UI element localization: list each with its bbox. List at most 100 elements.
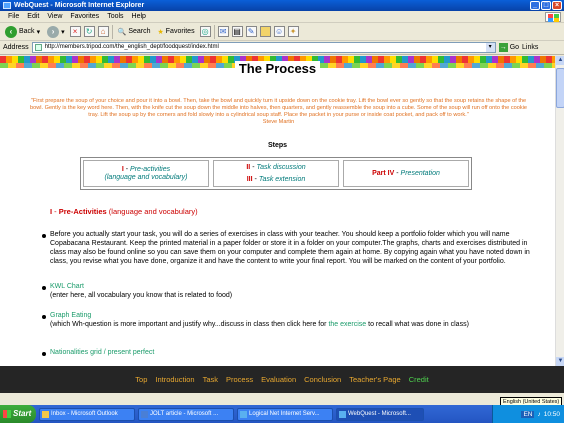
quote-author: Steve Martin	[262, 119, 295, 125]
system-tray: EN ♪ 10:50	[492, 405, 564, 423]
steps-title: Steps	[267, 142, 288, 149]
taskbar-item-jolt[interactable]: JOLT article - Microsoft ...	[138, 407, 234, 421]
media-icon[interactable]: ◎	[199, 26, 211, 37]
footer-link-credit[interactable]: Credit	[409, 375, 429, 384]
ie-icon	[339, 410, 346, 418]
close-button[interactable]: ×	[552, 1, 562, 10]
outlook-icon	[42, 410, 49, 418]
kwl-chart-link[interactable]: KWL Chart	[50, 283, 84, 290]
bullet-icon	[42, 234, 46, 238]
edit-icon[interactable]: ✎	[245, 26, 257, 37]
chevron-down-icon[interactable]: ▾	[485, 43, 495, 52]
minimize-button[interactable]: _	[530, 1, 540, 10]
graph-eating-link[interactable]: Graph Eating	[50, 312, 91, 319]
footer-link-introduction[interactable]: Introduction	[155, 375, 194, 384]
search-icon: 🔍	[117, 28, 127, 36]
toolbar-separator	[213, 24, 215, 39]
scrollbar-thumb[interactable]	[556, 68, 564, 108]
step-4-number: Part IV	[372, 169, 395, 177]
taskbar-item-outlook[interactable]: Inbox - Microsoft Outlook	[39, 407, 135, 421]
home-icon[interactable]: ⌂	[97, 26, 109, 37]
menu-view[interactable]: View	[43, 13, 66, 20]
windows-flag-icon	[3, 410, 11, 418]
exercise-link[interactable]: the exercise	[328, 321, 366, 328]
step-1-number: I	[121, 165, 124, 173]
search-button[interactable]: 🔍 Search	[116, 25, 153, 39]
menu-file[interactable]: File	[4, 13, 23, 20]
bullet-icon	[42, 286, 46, 290]
page-icon	[34, 44, 42, 51]
title-bar[interactable]: WebQuest - Microsoft Internet Explorer _…	[0, 0, 564, 11]
windows-logo-icon	[545, 12, 561, 22]
word-icon	[141, 410, 148, 418]
scroll-down-icon[interactable]: ▼	[556, 357, 564, 366]
step-2-link[interactable]: Task discussion	[256, 164, 305, 171]
quote-text: "First prepare the soup of your choice a…	[30, 98, 527, 118]
messenger-icon[interactable]: ☺	[273, 26, 285, 37]
step-1-cell[interactable]: I - Pre-activities (language and vocabul…	[83, 160, 209, 187]
step-1-link[interactable]: Pre-activities	[130, 166, 170, 173]
browser-window: WebQuest - Microsoft Internet Explorer _…	[0, 0, 564, 423]
menu-help[interactable]: Help	[128, 13, 150, 20]
step-1-sub[interactable]: (language and vocabulary)	[105, 174, 188, 182]
bullet-icon	[42, 315, 46, 319]
step-4-cell[interactable]: Part IV - Presentation	[343, 160, 469, 187]
step-3-link[interactable]: Task extension	[259, 176, 305, 183]
back-button[interactable]: ‹ Back ▾	[3, 25, 42, 39]
links-button[interactable]: Links	[522, 44, 538, 51]
list-item: KWL Chart (enter here, all vocabulary yo…	[50, 283, 233, 299]
address-url: http://members.tripod.com/the_english_de…	[44, 44, 219, 50]
folder-icon[interactable]	[259, 26, 271, 37]
print-icon[interactable]: ▤	[231, 26, 243, 37]
menu-favorites[interactable]: Favorites	[66, 13, 103, 20]
toolbar-separator	[111, 24, 113, 39]
list-item: Graph Eating (which Wh-question is more …	[50, 312, 469, 328]
star-icon: ★	[157, 28, 164, 36]
forward-button[interactable]: › ▾	[45, 25, 67, 39]
back-arrow-icon: ‹	[5, 25, 17, 38]
favorites-button[interactable]: ★ Favorites	[156, 25, 197, 39]
scroll-up-icon[interactable]: ▲	[556, 56, 564, 65]
chevron-down-icon: ▾	[36, 28, 41, 36]
menu-tools[interactable]: Tools	[103, 13, 127, 20]
footer-link-conclusion[interactable]: Conclusion	[304, 375, 341, 384]
maximize-button[interactable]: □	[541, 1, 551, 10]
bullet-icon	[42, 352, 46, 356]
menu-edit[interactable]: Edit	[23, 13, 43, 20]
ie-icon	[240, 410, 247, 418]
go-button[interactable]: → Go	[498, 43, 519, 52]
footer-link-teachers-page[interactable]: Teacher's Page	[349, 375, 400, 384]
stop-icon[interactable]: ×	[69, 26, 81, 37]
step-2-number: II	[246, 163, 251, 171]
address-bar: Address http://members.tripod.com/the_en…	[0, 41, 564, 55]
forward-arrow-icon: ›	[47, 25, 60, 38]
window-title: WebQuest - Microsoft Internet Explorer	[14, 2, 145, 9]
footer-link-evaluation[interactable]: Evaluation	[261, 375, 296, 384]
taskbar-item-webquest[interactable]: WebQuest - Microsoft...	[336, 407, 424, 421]
refresh-icon[interactable]: ↻	[83, 26, 95, 37]
footer-link-process[interactable]: Process	[226, 375, 253, 384]
taskbar: Start Inbox - Microsoft Outlook JOLT art…	[0, 405, 564, 423]
vertical-scrollbar[interactable]: ▲ ▼	[555, 56, 564, 366]
ie-icon	[3, 2, 11, 9]
intro-paragraph: Before you actually start your task, you…	[50, 231, 530, 265]
speaker-icon[interactable]: ♪	[537, 411, 540, 418]
go-arrow-icon: →	[498, 43, 508, 52]
research-icon[interactable]: ✦	[287, 26, 299, 37]
menu-bar: File Edit View Favorites Tools Help	[0, 11, 564, 23]
start-button[interactable]: Start	[0, 405, 36, 423]
step-3-number: III	[246, 175, 253, 183]
address-label: Address	[3, 44, 29, 51]
clock: 10:50	[543, 410, 560, 418]
footer-link-task[interactable]: Task	[203, 375, 218, 384]
language-indicator[interactable]: EN	[521, 410, 535, 418]
chevron-down-icon: ▾	[61, 28, 65, 36]
step-4-link[interactable]: Presentation	[401, 170, 440, 177]
footer-link-top[interactable]: Top	[135, 375, 147, 384]
step-2-3-cell: II - Task discussion III - Task extensio…	[213, 160, 339, 187]
mail-icon[interactable]: ✉	[217, 26, 229, 37]
taskbar-item-logical-net[interactable]: Logical Net Internet Serv...	[237, 407, 333, 421]
nationalities-grid-link[interactable]: Nationalities grid / present perfect	[50, 349, 154, 356]
address-input[interactable]: http://members.tripod.com/the_english_de…	[31, 42, 496, 53]
toolbar: ‹ Back ▾ › ▾ × ↻ ⌂ 🔍 Search ★ Favorites …	[0, 23, 564, 41]
